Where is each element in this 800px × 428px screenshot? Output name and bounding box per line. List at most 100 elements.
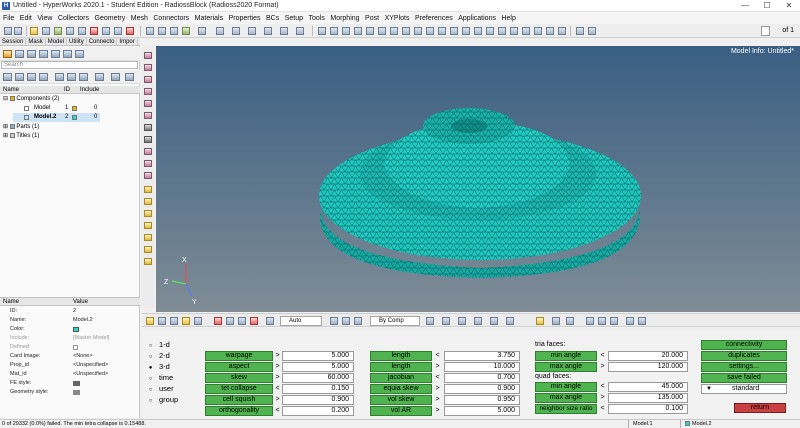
cell-squish-operator[interactable]: >	[273, 395, 282, 405]
check-equia-skew-button[interactable]: equia skew	[370, 384, 432, 394]
rotate-element-icon[interactable]	[144, 222, 152, 229]
perspective-icon[interactable]	[510, 27, 518, 35]
material-icon[interactable]	[39, 50, 48, 58]
radio-3d[interactable]: ● 3-d	[148, 361, 170, 372]
point-icon[interactable]	[144, 76, 152, 83]
check-icon[interactable]	[144, 186, 152, 193]
assembly-icon[interactable]	[27, 50, 36, 58]
view-top-icon[interactable]	[390, 27, 398, 35]
orthogonality-operator[interactable]: <	[273, 406, 282, 416]
menu-properties[interactable]: Properties	[229, 15, 261, 22]
jacobian-operator[interactable]: <	[433, 373, 442, 383]
check-length-max-button[interactable]: length	[370, 362, 432, 372]
line-icon[interactable]	[144, 88, 152, 95]
camera-icon[interactable]	[498, 27, 506, 35]
quad-max-angle-value[interactable]: 135.000	[608, 393, 688, 403]
menu-setup[interactable]: Setup	[285, 15, 303, 22]
radio-icon[interactable]: ○	[148, 396, 153, 407]
eye-off-icon[interactable]	[125, 73, 134, 81]
prop-value[interactable]: <Unspecified>	[73, 361, 108, 370]
tria-max-angle-operator[interactable]: >	[598, 362, 607, 372]
radio-2d[interactable]: ○ 2-d	[148, 350, 170, 361]
quad-neighbor-size-ratio-button[interactable]: neighbor size ratio	[535, 404, 597, 414]
reflect-icon[interactable]	[144, 246, 152, 253]
filter-icon[interactable]	[55, 73, 64, 81]
menu-post[interactable]: Post	[365, 15, 379, 22]
check-skew-button[interactable]: skew	[205, 373, 273, 383]
skew-value[interactable]: 60.000	[282, 373, 354, 383]
length-max-operator[interactable]: >	[433, 362, 442, 372]
aspect-operator[interactable]: >	[273, 362, 282, 372]
show-icon[interactable]	[15, 73, 24, 81]
isolate-icon[interactable]	[39, 73, 48, 81]
solver-icon[interactable]	[78, 27, 86, 35]
check-aspect-button[interactable]: aspect	[205, 362, 273, 372]
menu-materials[interactable]: Materials	[195, 15, 223, 22]
mask-icon[interactable]	[102, 27, 110, 35]
check-tet-collapse-button[interactable]: tet collapse	[205, 384, 273, 394]
prop-value[interactable]: <Unspecified>	[73, 370, 108, 379]
solid-icon[interactable]	[144, 112, 152, 119]
import-icon[interactable]	[42, 27, 50, 35]
vol-ar-operator[interactable]: >	[433, 406, 442, 416]
section-icon[interactable]	[474, 27, 482, 35]
return-button[interactable]: return	[734, 403, 786, 413]
help-icon[interactable]	[558, 27, 566, 35]
skew-operator[interactable]: >	[273, 373, 282, 383]
load-icon[interactable]	[63, 50, 72, 58]
jacobian-value[interactable]: 0.700	[444, 373, 520, 383]
menu-geometry[interactable]: Geometry	[95, 15, 126, 22]
minimize-button[interactable]: —	[734, 0, 756, 12]
menu-collectors[interactable]: Collectors	[58, 15, 89, 22]
wireframe-icon[interactable]	[342, 317, 350, 325]
save-icon[interactable]	[54, 27, 62, 35]
feature-icon[interactable]	[354, 317, 362, 325]
unmask-all-icon[interactable]	[158, 317, 166, 325]
quad-min-angle-button[interactable]: min angle	[535, 382, 597, 392]
view-options-icon[interactable]	[296, 27, 304, 35]
radio-group[interactable]: ○ group	[148, 394, 179, 407]
fit-icon[interactable]	[342, 27, 350, 35]
wire-icon[interactable]	[248, 27, 256, 35]
menu-applications[interactable]: Applications	[458, 15, 496, 22]
reset-view-icon[interactable]	[626, 317, 634, 325]
graphics-viewport[interactable]: Model Info: Untitled* X Z Y	[156, 46, 800, 312]
query-icon[interactable]	[522, 27, 530, 35]
tria-min-angle-value[interactable]: 20.000	[608, 351, 688, 361]
collector-icon[interactable]	[144, 52, 152, 59]
auto-select[interactable]: Auto	[280, 316, 322, 326]
maximize-button[interactable]: ☐	[756, 0, 778, 12]
mesh-icon[interactable]	[144, 124, 152, 131]
check-vol-ar-button[interactable]: vol AR	[370, 406, 432, 416]
tab-connectors[interactable]: Connecto	[87, 38, 118, 45]
geometry-style-icon[interactable]	[73, 390, 80, 395]
neighbor-size-ratio-value[interactable]: 0.100	[608, 404, 688, 414]
sets-icon[interactable]	[144, 64, 152, 71]
aspect-value[interactable]: 5.000	[282, 362, 354, 372]
equia-skew-operator[interactable]: >	[433, 384, 442, 394]
find-icon[interactable]	[170, 317, 178, 325]
tria-min-angle-operator[interactable]: <	[598, 351, 607, 361]
vol-skew-operator[interactable]: >	[433, 395, 442, 405]
tria-min-angle-button[interactable]: min angle	[535, 351, 597, 361]
close-button[interactable]: ✕	[778, 0, 800, 12]
cell-squish-value[interactable]: 0.900	[282, 395, 354, 405]
tree-titles-group[interactable]: ⊞ Titles (1)	[3, 132, 39, 141]
tet-collapse-value[interactable]: 0.150	[282, 384, 354, 394]
undo-icon[interactable]	[4, 27, 12, 35]
property-icon[interactable]	[51, 50, 60, 58]
tet-collapse-operator[interactable]: <	[273, 384, 282, 394]
clear-icon[interactable]	[226, 317, 234, 325]
tetramesh-icon[interactable]	[144, 160, 152, 167]
menu-bcs[interactable]: BCs	[266, 15, 279, 22]
box-select-icon[interactable]	[158, 27, 166, 35]
view-iso-icon[interactable]	[378, 27, 386, 35]
transparency-icon[interactable]	[280, 27, 288, 35]
orthogonality-value[interactable]: 0.200	[282, 406, 354, 416]
quad-max-angle-button[interactable]: max angle	[535, 393, 597, 403]
settings-button[interactable]: settings...	[701, 362, 787, 372]
radio-time[interactable]: ○ time	[148, 372, 173, 383]
delete-x-icon[interactable]	[214, 317, 222, 325]
remove-icon[interactable]	[250, 317, 258, 325]
equia-skew-value[interactable]: 0.900	[444, 384, 520, 394]
